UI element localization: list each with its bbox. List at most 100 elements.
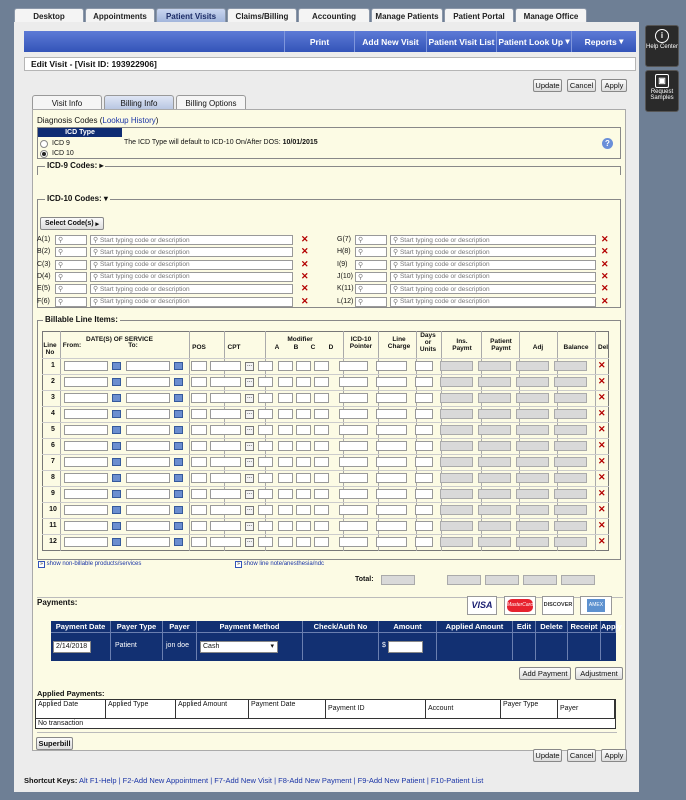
modifier-a-input[interactable] (258, 505, 273, 515)
delete-icon[interactable]: ✕ (598, 505, 606, 514)
calendar-icon[interactable] (112, 538, 121, 546)
line-charge-input[interactable] (376, 377, 407, 387)
icd-code-input[interactable]: ⚲ (355, 247, 387, 258)
date-to-input[interactable] (126, 521, 170, 531)
payment-date-input[interactable]: 2/14/2018 (53, 641, 91, 653)
icd-code-input[interactable]: ⚲ (355, 284, 387, 295)
nav-add-new-visit[interactable]: Add New Visit (354, 31, 426, 52)
delete-icon[interactable]: ✕ (301, 259, 309, 269)
calendar-icon[interactable] (112, 458, 121, 466)
cpt-lookup-icon[interactable]: ... (245, 426, 254, 435)
date-from-input[interactable] (64, 473, 108, 483)
delete-icon[interactable]: ✕ (598, 457, 606, 466)
cpt-lookup-icon[interactable]: ... (245, 394, 254, 403)
date-to-input[interactable] (126, 361, 170, 371)
cpt-input[interactable] (210, 457, 241, 467)
modifier-b-input[interactable] (278, 537, 293, 547)
pos-input[interactable] (191, 505, 207, 515)
line-charge-input[interactable] (376, 409, 407, 419)
date-from-input[interactable] (64, 521, 108, 531)
calendar-icon[interactable] (112, 410, 121, 418)
days-units-input[interactable] (415, 409, 433, 419)
icd9-radio[interactable] (40, 140, 48, 148)
days-units-input[interactable] (415, 441, 433, 451)
icd-description-input[interactable]: ⚲ Start typing code or description (90, 284, 293, 295)
lookup-history-link[interactable]: Lookup History (102, 116, 155, 125)
modifier-a-input[interactable] (258, 441, 273, 451)
icd-code-input[interactable]: ⚲ (355, 259, 387, 270)
icd-description-input[interactable]: ⚲ Start typing code or description (390, 247, 596, 258)
select-codes-button[interactable]: Select Code(s) ▸ (40, 217, 104, 230)
days-units-input[interactable] (415, 361, 433, 371)
modifier-d-input[interactable] (314, 361, 329, 371)
icd10-radio[interactable] (40, 150, 48, 158)
icd-code-input[interactable]: ⚲ (355, 296, 387, 307)
icd10-pointer-input[interactable] (339, 409, 368, 419)
icd-code-input[interactable]: ⚲ (55, 296, 87, 307)
cpt-lookup-icon[interactable]: ... (245, 474, 254, 483)
icd-description-input[interactable]: ⚲ Start typing code or description (90, 296, 293, 307)
delete-icon[interactable]: ✕ (598, 473, 606, 482)
modifier-b-input[interactable] (278, 473, 293, 483)
delete-icon[interactable]: ✕ (598, 425, 606, 434)
help-center-button[interactable]: i Help Center (645, 25, 679, 67)
modifier-d-input[interactable] (314, 377, 329, 387)
calendar-icon[interactable] (174, 378, 183, 386)
delete-icon[interactable]: ✕ (601, 284, 609, 293)
help-icon[interactable]: ? (602, 138, 613, 149)
modifier-c-input[interactable] (296, 361, 311, 371)
modifier-a-input[interactable] (258, 425, 273, 435)
apply-button[interactable]: Apply (601, 79, 627, 92)
modifier-b-input[interactable] (278, 505, 293, 515)
calendar-icon[interactable] (174, 410, 183, 418)
line-charge-input[interactable] (376, 425, 407, 435)
modifier-a-input[interactable] (258, 537, 273, 547)
days-units-input[interactable] (415, 425, 433, 435)
cpt-input[interactable] (210, 361, 241, 371)
delete-icon[interactable]: ✕ (598, 489, 606, 498)
modifier-b-input[interactable] (278, 425, 293, 435)
date-to-input[interactable] (126, 425, 170, 435)
date-from-input[interactable] (64, 425, 108, 435)
modifier-d-input[interactable] (314, 409, 329, 419)
modifier-c-input[interactable] (296, 425, 311, 435)
modifier-d-input[interactable] (314, 505, 329, 515)
delete-icon[interactable]: ✕ (301, 247, 309, 256)
calendar-icon[interactable] (174, 490, 183, 498)
days-units-input[interactable] (415, 505, 433, 515)
days-units-input[interactable] (415, 393, 433, 403)
line-charge-input[interactable] (376, 505, 407, 515)
tab-patient-visits[interactable]: Patient Visits (156, 8, 226, 23)
delete-icon[interactable]: ✕ (301, 235, 309, 244)
delete-icon[interactable]: ✕ (601, 247, 609, 256)
calendar-icon[interactable] (174, 522, 183, 530)
date-from-input[interactable] (64, 457, 108, 467)
icd-code-input[interactable]: ⚲ (55, 271, 87, 282)
cpt-lookup-icon[interactable]: ... (245, 522, 254, 531)
calendar-icon[interactable] (112, 362, 121, 370)
date-from-input[interactable] (64, 409, 108, 419)
modifier-d-input[interactable] (314, 537, 329, 547)
delete-icon[interactable]: ✕ (598, 537, 606, 546)
linenote-link-wrap[interactable]: » show line note/anesthesia/ndc (235, 561, 324, 568)
pos-input[interactable] (191, 473, 207, 483)
date-from-input[interactable] (64, 505, 108, 515)
icd10-pointer-input[interactable] (339, 473, 368, 483)
modifier-a-input[interactable] (258, 409, 273, 419)
date-from-input[interactable] (64, 489, 108, 499)
icd-code-input[interactable]: ⚲ (55, 235, 87, 245)
calendar-icon[interactable] (174, 362, 183, 370)
modifier-c-input[interactable] (296, 441, 311, 451)
update-button[interactable]: Update (533, 79, 562, 92)
days-units-input[interactable] (415, 377, 433, 387)
delete-icon[interactable]: ✕ (598, 441, 606, 450)
pos-input[interactable] (191, 377, 207, 387)
icd10-pointer-input[interactable] (339, 457, 368, 467)
icd-description-input[interactable]: ⚲ Start typing code or description (390, 271, 596, 282)
tab-manage-patients[interactable]: Manage Patients (371, 8, 443, 23)
modifier-c-input[interactable] (296, 377, 311, 387)
days-units-input[interactable] (415, 473, 433, 483)
line-charge-input[interactable] (376, 473, 407, 483)
update-button-bottom[interactable]: Update (533, 749, 562, 762)
modifier-c-input[interactable] (296, 393, 311, 403)
